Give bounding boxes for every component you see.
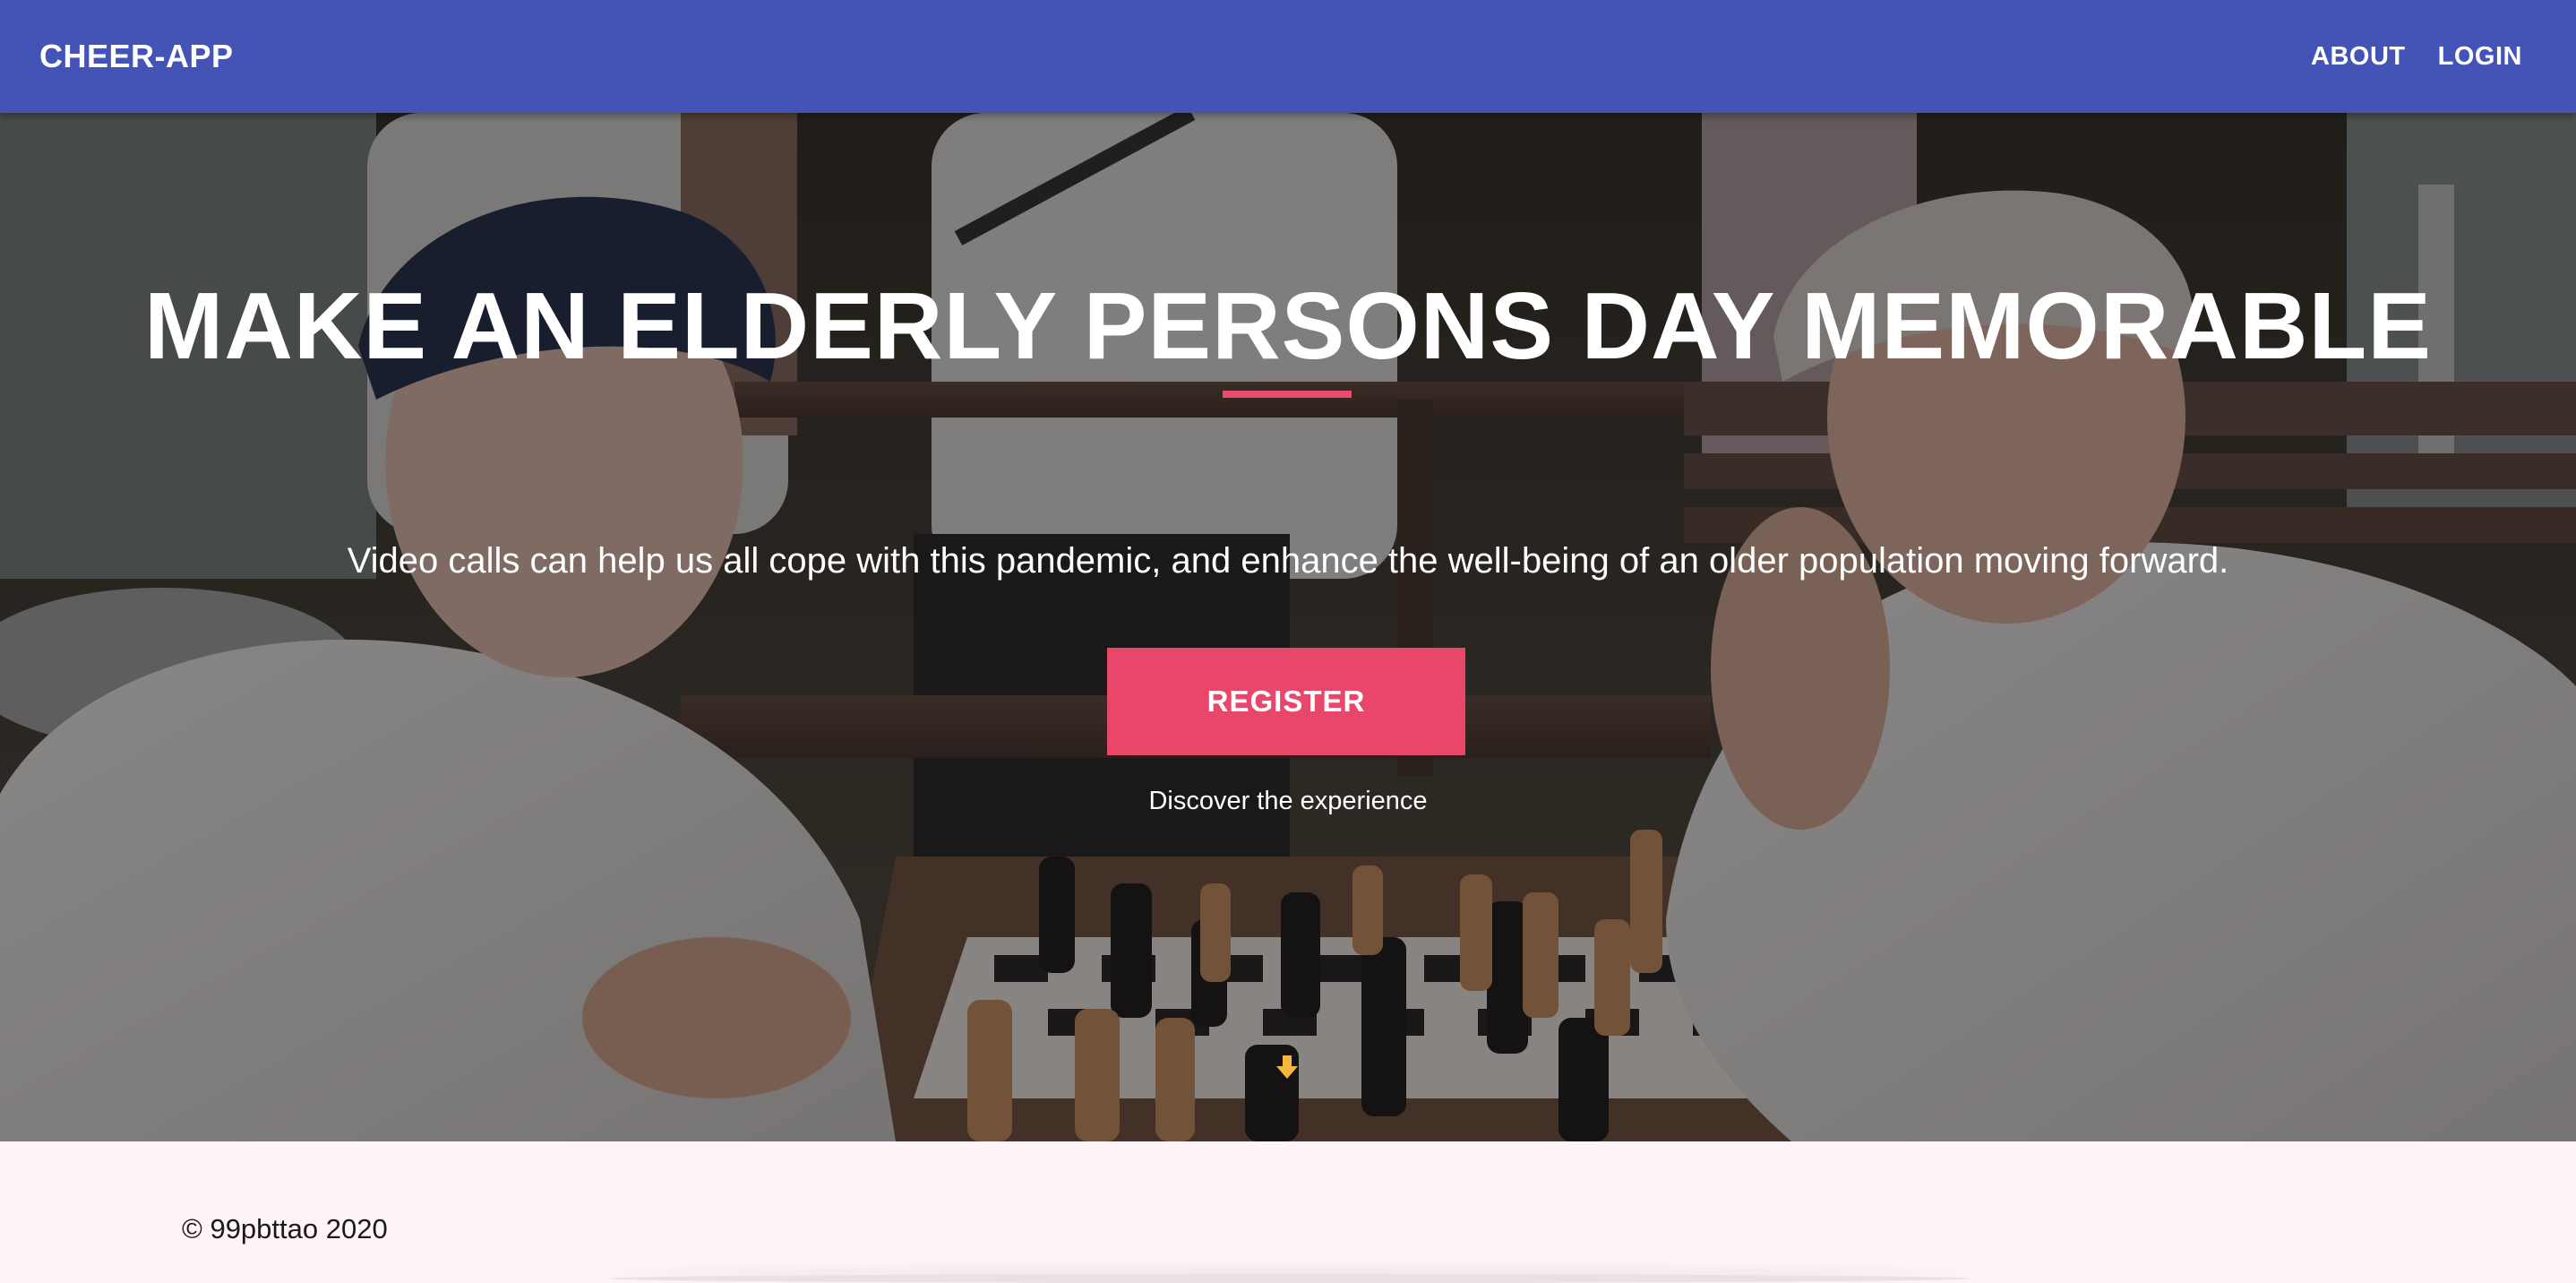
arrow-down-icon[interactable] <box>1274 1054 1301 1081</box>
card-shadow-edge <box>609 1274 1971 1283</box>
title-accent-underline <box>1223 391 1352 398</box>
top-navbar: CHEER-APP ABOUT LOGIN <box>0 0 2576 113</box>
nav-links: ABOUT LOGIN <box>2311 0 2522 113</box>
hero-title: MAKE AN ELDERLY PERSONS DAY MEMORABLE <box>144 273 2432 379</box>
register-button[interactable]: REGISTER <box>1107 648 1465 755</box>
hero-section: MAKE AN ELDERLY PERSONS DAY MEMORABLE Vi… <box>0 113 2576 1141</box>
hero-subtitle: Video calls can help us all cope with th… <box>347 541 2229 581</box>
copyright-text: © 99pbttao 2020 <box>182 1213 388 1244</box>
brand-logo-link[interactable]: CHEER-APP <box>39 0 234 113</box>
nav-link-about[interactable]: ABOUT <box>2311 42 2406 72</box>
hero-dark-overlay <box>0 113 2576 1141</box>
nav-link-login[interactable]: LOGIN <box>2438 42 2522 72</box>
discover-caption: Discover the experience <box>1148 787 1428 815</box>
page-footer: © 99pbttao 2020 <box>0 1141 2576 1283</box>
